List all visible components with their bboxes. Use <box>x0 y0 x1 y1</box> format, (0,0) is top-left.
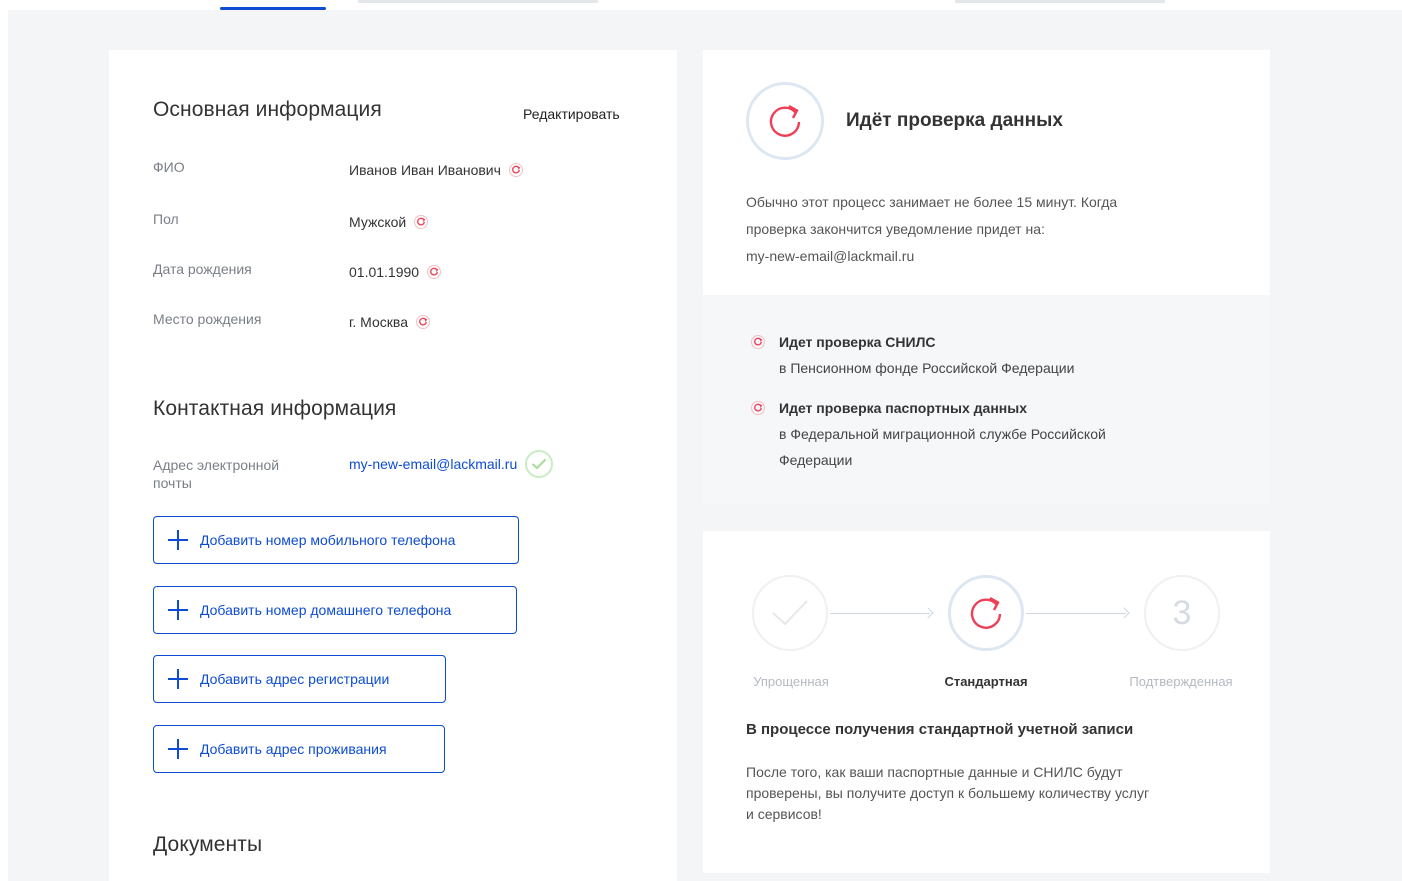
email-label: Адрес электронной почты <box>153 457 280 491</box>
email-value-row: my-new-email@lackmail.ru <box>349 450 554 478</box>
step-label-confirmed: Подтвержденная <box>1129 674 1233 689</box>
email-value: my-new-email@lackmail.ru <box>349 456 518 472</box>
step-simplified <box>752 575 828 651</box>
status-description: Обычно этот процесс занимает не более 15… <box>746 194 1118 264</box>
level-description: После того, как ваши паспортные данные и… <box>746 764 1150 822</box>
pending-icon <box>414 215 429 229</box>
field-value-birthplace: г. Москва <box>349 314 430 330</box>
profile-card: Основная информация Редактировать ФИО Ив… <box>109 50 677 881</box>
add-residence-address-button[interactable]: Добавить адрес проживания <box>153 725 445 773</box>
field-label-birthdate: Дата рождения <box>153 261 252 277</box>
plus-icon <box>168 600 188 620</box>
step-standard <box>948 575 1024 651</box>
step-number: 3 <box>1172 593 1192 632</box>
field-value-fio: Иванов Иван Иванович <box>349 162 523 178</box>
plus-icon <box>168 530 188 550</box>
arrow-right-icon <box>1118 607 1130 619</box>
field-label-gender: Пол <box>153 211 179 227</box>
field-value-gender: Мужской <box>349 214 429 230</box>
step-confirmed: 3 <box>1144 575 1220 651</box>
verification-status-card: Идёт проверка данных Обычно этот процесс… <box>703 50 1270 505</box>
top-strip <box>0 0 1402 10</box>
verified-check-icon <box>525 450 554 478</box>
pending-icon <box>751 335 765 349</box>
check-icon <box>772 600 808 626</box>
plus-icon <box>168 739 188 759</box>
active-tab-indicator <box>220 7 326 10</box>
add-registration-address-button[interactable]: Добавить адрес регистрации <box>153 655 446 703</box>
pending-icon <box>415 315 430 329</box>
basic-info-title: Основная информация <box>153 98 382 121</box>
check-item-snils: Идет проверка СНИЛС в Пенсионном фонде Р… <box>751 329 1074 381</box>
level-title: В процессе получения стандартной учетной… <box>746 721 1134 738</box>
field-value-birthdate: 01.01.1990 <box>349 264 442 280</box>
tab-ghost-right <box>955 0 1165 3</box>
step-label-standard: Стандартная <box>944 674 1028 689</box>
plus-icon <box>168 669 188 689</box>
tab-ghost-left <box>358 0 598 3</box>
contact-info-title: Контактная информация <box>153 397 397 420</box>
edit-link[interactable]: Редактировать <box>523 106 620 122</box>
add-mobile-phone-button[interactable]: Добавить номер мобильного телефона <box>153 516 519 564</box>
check-item-passport: Идет проверка паспортных данных в Федера… <box>751 395 1106 473</box>
pending-icon <box>508 163 523 177</box>
step-label-simplified: Упрощенная <box>753 674 829 689</box>
pending-icon <box>427 265 442 279</box>
refresh-icon <box>970 596 1002 629</box>
checks-list: Идет проверка СНИЛС в Пенсионном фонде Р… <box>703 295 1270 505</box>
documents-title: Документы <box>153 833 263 856</box>
field-label-birthplace: Место рождения <box>153 311 262 327</box>
account-level-card: 3 Упрощенная Стандартная Подтвержденная … <box>703 531 1270 873</box>
add-home-phone-button[interactable]: Добавить номер домашнего телефона <box>153 586 517 634</box>
step-connector <box>830 613 930 614</box>
field-label-fio: ФИО <box>153 159 185 175</box>
step-connector <box>1026 613 1126 614</box>
arrow-right-icon <box>922 607 934 619</box>
status-title: Идёт проверка данных <box>846 110 1063 131</box>
pending-icon <box>751 401 765 415</box>
refresh-icon <box>746 82 824 160</box>
